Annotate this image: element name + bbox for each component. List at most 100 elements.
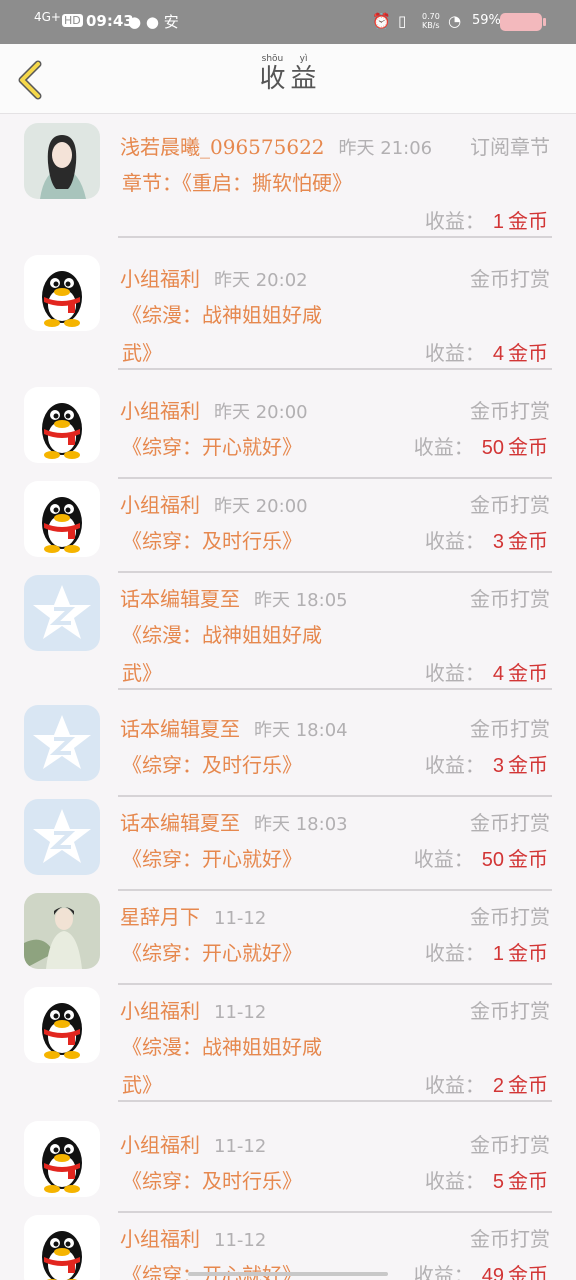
book-title[interactable]: 章节：《重启：撕软怕硬》	[122, 167, 352, 196]
wifi-icon: ◔	[448, 12, 462, 30]
sender-name[interactable]: 星辞月下	[120, 905, 200, 929]
book-title[interactable]: 《综穿：及时行乐》	[122, 749, 302, 778]
income-amount: 收益： 4 金币	[425, 337, 548, 366]
list-item[interactable]: 小组福利 昨天 20:00 金币打赏 《综穿：及时行乐》 收益： 3 金币	[0, 481, 576, 575]
status-time: 09:43	[86, 12, 134, 30]
qq-penguin-icon	[24, 481, 100, 557]
coin-count: 3	[492, 755, 504, 777]
avatar[interactable]	[24, 123, 100, 199]
book-title-continued[interactable]: 武》	[122, 657, 162, 686]
page-title: 收shōu 益yì	[259, 54, 317, 94]
income-amount: 收益： 4 金币	[425, 657, 548, 686]
sender-name[interactable]: 小组福利	[120, 1227, 200, 1251]
list-item[interactable]: 小组福利 昨天 20:00 金币打赏 《综穿：开心就好》 收益： 50 金币	[0, 387, 576, 481]
income-label: 收益：	[424, 1169, 485, 1193]
avatar[interactable]	[24, 1215, 100, 1280]
income-label: 收益：	[413, 847, 474, 871]
action-type: 金币打赏	[470, 717, 550, 741]
coin-unit: 金币	[508, 1263, 548, 1280]
book-title[interactable]: 《综漫：战神姐姐好咸	[122, 619, 322, 648]
timestamp: 昨天 18:04	[254, 720, 348, 741]
sender-name[interactable]: 小组福利	[120, 267, 200, 291]
income-label: 收益：	[424, 529, 485, 553]
income-amount: 收益： 5 金币	[425, 1165, 548, 1194]
book-title-continued[interactable]: 武》	[122, 1069, 162, 1098]
sender-name[interactable]: 小组福利	[120, 399, 200, 423]
coin-unit: 金币	[508, 341, 548, 365]
income-label: 收益：	[424, 941, 485, 965]
coin-unit: 金币	[508, 1169, 548, 1193]
timestamp: 11-12	[214, 908, 267, 929]
header: 收shōu 益yì	[0, 44, 576, 114]
list-item[interactable]: 话本编辑夏至 昨天 18:05 金币打赏《综漫：战神姐姐好咸 武》 收益： 4 金币	[0, 575, 576, 692]
book-title[interactable]: 《综穿：及时行乐》	[122, 1165, 302, 1194]
book-title[interactable]: 《综穿：开心就好》	[122, 431, 302, 460]
list-item[interactable]: 话本编辑夏至 昨天 18:04 金币打赏《综穿：及时行乐》 收益： 3 金币	[0, 705, 576, 799]
coin-count: 4	[492, 343, 504, 365]
avatar[interactable]	[24, 1121, 100, 1197]
home-indicator[interactable]	[188, 1272, 388, 1276]
book-title[interactable]: 《综穿：及时行乐》	[122, 525, 302, 554]
avatar[interactable]	[24, 705, 100, 781]
list-item[interactable]: 小组福利 11-12 金币打赏《综穿：开心就好》 收益： 49 金币	[0, 1215, 576, 1280]
coin-unit: 金币	[508, 435, 548, 459]
list-item[interactable]: 话本编辑夏至 昨天 18:03 金币打赏 《综穿：开心就好》 收益： 50 金币	[0, 799, 576, 893]
sender-name[interactable]: 小组福利	[120, 1133, 200, 1157]
sender-name[interactable]: 话本编辑夏至	[120, 717, 240, 741]
coin-unit: 金币	[508, 753, 548, 777]
action-type: 订阅章节	[470, 135, 550, 159]
avatar[interactable]	[24, 255, 100, 331]
sender-name[interactable]: 小组福利	[120, 493, 200, 517]
list-item[interactable]: 星辞月下 11-12 金币打赏 《综穿：开心就好》 收益： 1 金币	[0, 893, 576, 987]
qq-penguin-icon	[24, 1215, 100, 1280]
list-item[interactable]: 小组福利 11-12 金币打赏 《综穿：及时行乐》 收益： 5 金币	[0, 1121, 576, 1215]
timestamp: 昨天 18:03	[254, 814, 348, 835]
notification-icons: ● ● 安	[128, 13, 179, 31]
action-type: 金币打赏	[470, 587, 550, 611]
book-title[interactable]: 《综穿：开心就好》	[122, 1259, 302, 1280]
avatar[interactable]	[24, 893, 100, 969]
income-amount: 收益： 1 金币	[425, 205, 548, 234]
avatar[interactable]	[24, 987, 100, 1063]
network-type: 4G+	[34, 10, 61, 24]
book-title[interactable]: 《综穿：开心就好》	[122, 937, 302, 966]
coin-unit: 金币	[508, 529, 548, 553]
action-type: 金币打赏	[470, 905, 550, 929]
income-amount: 收益： 2 金币	[425, 1069, 548, 1098]
income-amount: 收益： 3 金币	[425, 749, 548, 778]
coin-unit: 金币	[508, 941, 548, 965]
sender-name[interactable]: 话本编辑夏至	[120, 587, 240, 611]
qq-penguin-icon	[24, 255, 100, 331]
income-amount: 收益： 3 金币	[425, 525, 548, 554]
book-title[interactable]: 《综漫：战神姐姐好咸	[122, 299, 322, 328]
book-title[interactable]: 《综穿：开心就好》	[122, 843, 302, 872]
coin-count: 49	[481, 1265, 504, 1280]
user-avatar-icon	[24, 893, 100, 969]
action-type: 金币打赏	[470, 811, 550, 835]
list-item[interactable]: 小组福利 昨天 20:02 金币打赏 《综漫：战神姐姐好咸 武》 收益： 4 金币	[0, 255, 576, 372]
timestamp: 昨天 21:06	[338, 138, 433, 159]
timestamp: 11-12	[214, 1002, 267, 1023]
network-speed: 0.70 KB/s	[422, 12, 440, 30]
sender-name[interactable]: 小组福利	[120, 999, 200, 1023]
sender-name[interactable]: 浅若晨曦_096575622	[120, 135, 325, 159]
book-title-continued[interactable]: 武》	[122, 337, 162, 366]
qzone-star-icon	[24, 799, 100, 875]
avatar[interactable]	[24, 387, 100, 463]
qq-penguin-icon	[24, 387, 100, 463]
list-item[interactable]: 小组福利 11-12 金币打赏 《综漫：战神姐姐好咸 武》 收益： 2 金币	[0, 987, 576, 1104]
avatar[interactable]	[24, 799, 100, 875]
action-type: 金币打赏	[470, 267, 550, 291]
book-title[interactable]: 《综漫：战神姐姐好咸	[122, 1031, 322, 1060]
coin-count: 4	[492, 663, 504, 685]
avatar[interactable]	[24, 575, 100, 651]
coin-unit: 金币	[508, 209, 548, 233]
timestamp: 昨天 18:05	[254, 590, 348, 611]
coin-count: 50	[481, 849, 504, 871]
avatar[interactable]	[24, 481, 100, 557]
status-bar: 4G+ HD 09:43 ● ● 安 ⏰ ▯ 0.70 KB/s ◔ 59%	[0, 0, 576, 44]
sender-name[interactable]: 话本编辑夏至	[120, 811, 240, 835]
list-item[interactable]: 浅若晨曦_096575622 昨天 21:06 订阅章节章节：《重启：撕软怕硬》收益…	[0, 123, 576, 240]
qq-penguin-icon	[24, 987, 100, 1063]
coin-count: 50	[481, 437, 504, 459]
